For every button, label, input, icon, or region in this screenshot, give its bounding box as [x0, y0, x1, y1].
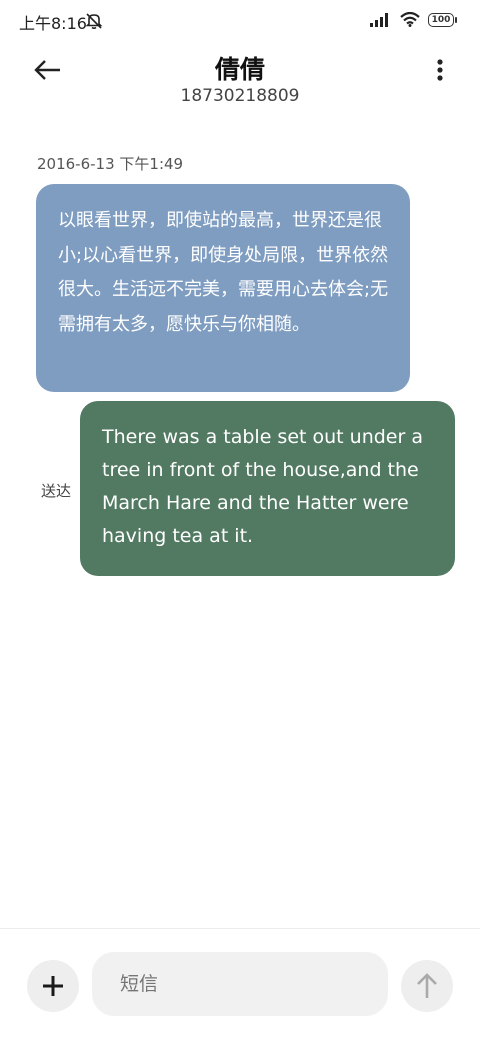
conversation-header: 倩倩 18730218809	[0, 42, 480, 122]
battery-indicator: 100	[428, 12, 457, 27]
delivery-status: 送达	[41, 482, 72, 500]
plus-icon	[43, 976, 63, 996]
contact-name: 倩倩	[214, 55, 265, 84]
incoming-message-bubble[interactable]: 以眼看世界，即使站的最高，世界还是很小;以心看世界，即使身处局限，世界依然很大。…	[36, 184, 410, 392]
outgoing-message-bubble[interactable]: There was a table set out under a tree i…	[80, 401, 455, 576]
mute-icon	[85, 13, 103, 29]
status-time: 上午8:16	[19, 14, 87, 33]
send-button[interactable]	[401, 960, 453, 1012]
wifi-icon	[400, 12, 420, 27]
status-bar: 上午8:16 100	[0, 0, 480, 42]
phone-number: 18730218809	[180, 86, 300, 106]
signal-icon	[370, 12, 388, 27]
send-arrow-icon	[417, 973, 437, 998]
add-attachment-button[interactable]	[27, 960, 79, 1012]
message-timestamp: 2016-6-13 下午1:49	[37, 155, 184, 173]
more-options-icon[interactable]	[430, 54, 450, 86]
message-input[interactable]	[92, 952, 388, 1016]
status-indicators: 100	[370, 12, 457, 27]
composer-divider	[0, 928, 480, 929]
